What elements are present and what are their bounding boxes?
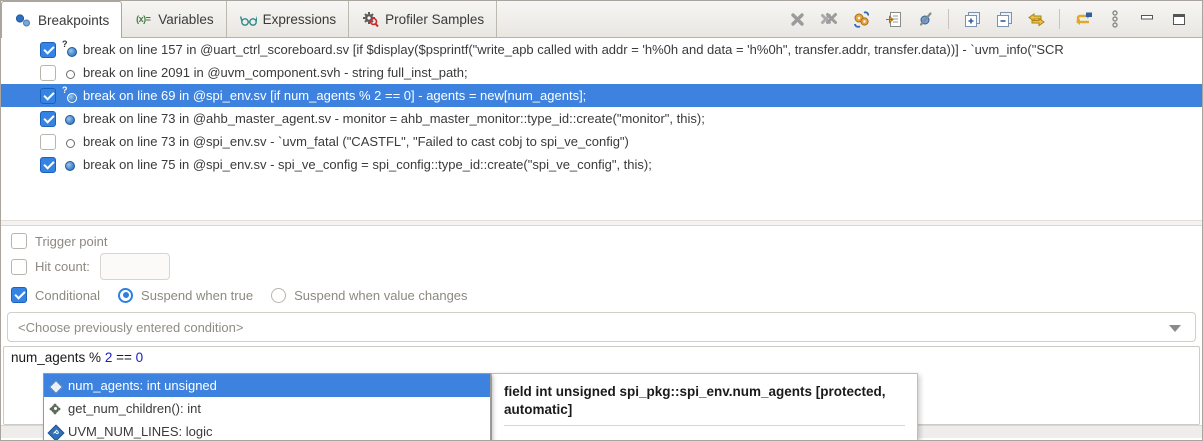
list-empty-area: [1, 176, 1202, 220]
disabled-breakpoint-icon: [62, 134, 77, 149]
condition-text: num_agents % 2 == 0: [11, 350, 144, 365]
suspend-when-value-changes-radio[interactable]: [271, 287, 287, 303]
refresh-breakpoints-icon[interactable]: [852, 10, 870, 28]
breakpoint-enable-checkbox[interactable]: [40, 156, 56, 173]
tab-label: Breakpoints: [38, 12, 110, 28]
expressions-icon: [239, 12, 257, 27]
toolbar-separator: [1059, 9, 1060, 29]
enabled-breakpoint-icon: [62, 157, 77, 172]
tab-breakpoints[interactable]: Breakpoints: [1, 1, 123, 38]
toggle-layout-icon[interactable]: [1074, 10, 1092, 28]
link-with-debug-view-icon[interactable]: [1027, 10, 1045, 28]
breakpoints-view: Breakpoints (x)= Variables Expressions P…: [0, 0, 1203, 441]
suspend-when-true-label: Suspend when true: [141, 287, 254, 303]
view-tab-bar: Breakpoints (x)= Variables Expressions P…: [1, 1, 1202, 38]
condition-history-placeholder: <Choose previously entered condition>: [18, 319, 244, 335]
breakpoint-list: break on line 157 in @uart_ctrl_scoreboa…: [1, 38, 1202, 176]
breakpoint-row-selected[interactable]: break on line 69 in @spi_env.sv [if num_…: [1, 84, 1202, 107]
breakpoint-description: break on line 73 in @spi_env.sv - `uvm_f…: [83, 134, 629, 149]
field-protected-icon: [48, 425, 62, 439]
view-toolbar: [788, 1, 1202, 37]
breakpoint-description: break on line 69 in @spi_env.sv [if num_…: [83, 88, 587, 103]
suspend-when-value-changes-label: Suspend when value changes: [294, 287, 468, 303]
breakpoint-enable-checkbox[interactable]: [40, 41, 56, 58]
breakpoint-row[interactable]: break on line 73 in @ahb_master_agent.sv…: [1, 107, 1202, 130]
remove-icon[interactable]: [788, 10, 806, 28]
breakpoint-row[interactable]: break on line 157 in @uart_ctrl_scoreboa…: [1, 38, 1202, 61]
collapse-all-icon[interactable]: [995, 10, 1013, 28]
breakpoint-enable-checkbox[interactable]: [40, 110, 56, 127]
tooltip-divider: [504, 425, 905, 427]
skip-all-breakpoints-icon[interactable]: [916, 10, 934, 28]
autocomplete-popup: num_agents: int unsigned get_num_childre…: [43, 373, 491, 440]
tab-variables[interactable]: (x)= Variables: [122, 1, 227, 37]
breakpoint-description: break on line 75 in @spi_env.sv - spi_ve…: [83, 157, 652, 172]
remove-all-icon[interactable]: [820, 10, 838, 28]
breakpoint-enable-checkbox[interactable]: [40, 133, 56, 150]
tab-label: Expressions: [262, 11, 337, 27]
symbol-info-tooltip: field int unsigned spi_pkg::spi_env.num_…: [491, 373, 918, 440]
symbol-info-title: field int unsigned spi_pkg::spi_env.num_…: [504, 384, 886, 418]
hit-count-input[interactable]: [99, 253, 170, 280]
autocomplete-label: UVM_NUM_LINES: logic: [68, 424, 213, 439]
breakpoint-row[interactable]: break on line 73 in @spi_env.sv - `uvm_f…: [1, 130, 1202, 153]
breakpoint-description: break on line 2091 in @uvm_component.svh…: [83, 65, 468, 80]
condition-history-dropdown[interactable]: <Choose previously entered condition>: [7, 312, 1196, 342]
conditional-label: Conditional: [35, 287, 101, 303]
profiler-icon: [361, 12, 379, 27]
expand-all-icon[interactable]: [963, 10, 981, 28]
view-menu-handle-icon[interactable]: [1106, 10, 1124, 28]
chevron-down-icon: [1169, 325, 1181, 332]
conditional-breakpoint-icon: [62, 85, 77, 103]
autocomplete-label: get_num_children(): int: [68, 401, 201, 416]
tab-expressions[interactable]: Expressions: [227, 1, 350, 37]
breakpoint-enable-checkbox[interactable]: [40, 64, 56, 81]
conditional-checkbox[interactable]: [11, 287, 27, 303]
tab-label: Profiler Samples: [385, 11, 485, 27]
disabled-breakpoint-icon: [62, 65, 77, 80]
conditional-row: Conditional Suspend when true Suspend wh…: [1, 287, 1202, 303]
autocomplete-item[interactable]: num_agents: int unsigned: [44, 374, 490, 397]
autocomplete-item[interactable]: get_num_children(): int: [44, 397, 490, 420]
conditional-breakpoint-icon: [62, 39, 77, 57]
function-icon: [48, 402, 62, 416]
enabled-breakpoint-icon: [62, 111, 77, 126]
breakpoints-icon: [14, 13, 32, 28]
autocomplete-item[interactable]: UVM_NUM_LINES: logic: [44, 420, 490, 440]
tab-profiler-samples[interactable]: Profiler Samples: [349, 1, 498, 37]
go-to-file-for-breakpoint-icon[interactable]: [884, 10, 902, 28]
breakpoint-row[interactable]: break on line 75 in @spi_env.sv - spi_ve…: [1, 153, 1202, 176]
breakpoint-enable-checkbox[interactable]: [40, 87, 56, 104]
hit-count-checkbox[interactable]: [11, 258, 27, 275]
tab-label: Variables: [158, 11, 214, 27]
hit-count-label: Hit count:: [35, 259, 90, 274]
toolbar-separator: [948, 9, 949, 29]
suspend-when-true-radio[interactable]: [118, 287, 134, 303]
field-public-icon: [48, 379, 62, 393]
maximize-icon[interactable]: [1170, 10, 1188, 28]
breakpoint-description: break on line 157 in @uart_ctrl_scoreboa…: [83, 42, 1064, 57]
trigger-point-label: Trigger point: [35, 233, 108, 249]
variables-icon: (x)=: [136, 14, 151, 24]
breakpoint-description: break on line 73 in @ahb_master_agent.sv…: [83, 111, 705, 126]
minimize-icon[interactable]: [1138, 10, 1156, 28]
hit-count-row: Hit count:: [1, 253, 1202, 280]
trigger-point-checkbox[interactable]: [11, 233, 27, 249]
breakpoint-row[interactable]: break on line 2091 in @uvm_component.svh…: [1, 61, 1202, 84]
trigger-point-row: Trigger point: [1, 233, 1202, 249]
autocomplete-label: num_agents: int unsigned: [68, 378, 217, 393]
